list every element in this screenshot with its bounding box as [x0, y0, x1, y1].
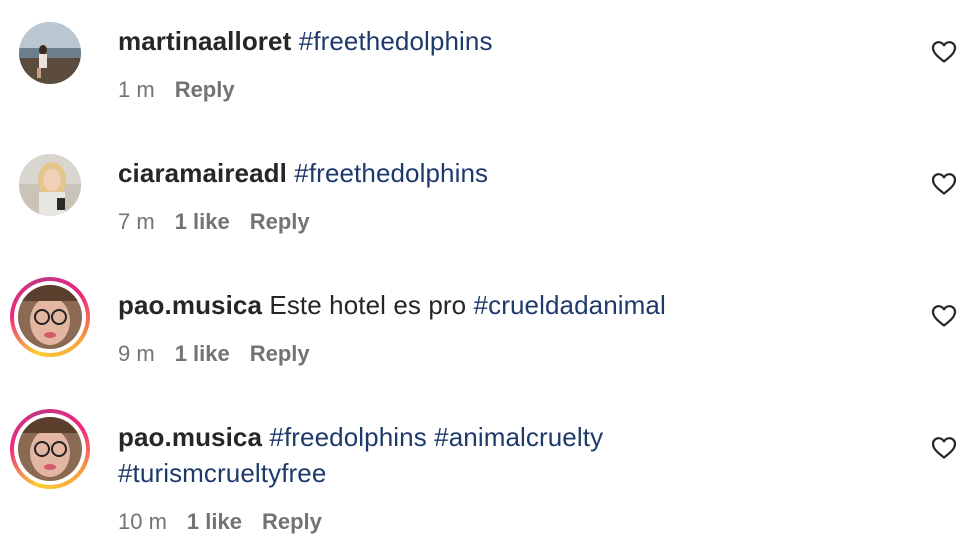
comment-meta: 7 m 1 like Reply: [118, 208, 330, 236]
comment-username[interactable]: martinaalloret: [118, 26, 291, 56]
hashtag-link[interactable]: #crueldadanimal: [474, 290, 666, 320]
heart-icon[interactable]: [931, 172, 957, 196]
comment-body: Este hotel es pro: [269, 290, 467, 320]
comment-timestamp[interactable]: 10 m: [118, 509, 167, 534]
reply-button[interactable]: Reply: [175, 77, 235, 102]
comment-text: pao.musica #freedolphins #animalcruelty …: [118, 419, 918, 491]
comment-meta: 9 m 1 like Reply: [118, 340, 330, 368]
hashtag-link[interactable]: #freedolphins: [269, 422, 426, 452]
heart-icon[interactable]: [931, 40, 957, 64]
comment-meta: 1 m Reply: [118, 76, 255, 104]
reply-button[interactable]: Reply: [250, 341, 310, 366]
likes-count[interactable]: 1 like: [175, 341, 230, 366]
likes-count[interactable]: 1 like: [175, 209, 230, 234]
reply-button[interactable]: Reply: [262, 509, 322, 534]
avatar[interactable]: [19, 22, 81, 84]
heart-icon[interactable]: [931, 436, 957, 460]
avatar[interactable]: [10, 277, 90, 357]
hashtag-link[interactable]: #turismcrueltyfree: [118, 458, 326, 488]
hashtag-link[interactable]: #freethedolphins: [294, 158, 488, 188]
avatar-photo: [18, 417, 82, 481]
comment-username[interactable]: ciaramaireadl: [118, 158, 287, 188]
comment-text: pao.musica Este hotel es pro #crueldadan…: [118, 287, 918, 323]
reply-button[interactable]: Reply: [250, 209, 310, 234]
avatar[interactable]: [10, 409, 90, 489]
comment-timestamp[interactable]: 7 m: [118, 209, 155, 234]
comment-username[interactable]: pao.musica: [118, 422, 262, 452]
avatar-photo: [18, 285, 82, 349]
comment-text: martinaalloret #freethedolphins: [118, 23, 918, 59]
comment-meta: 10 m 1 like Reply: [118, 508, 342, 536]
comment-timestamp[interactable]: 1 m: [118, 77, 155, 102]
comment-timestamp[interactable]: 9 m: [118, 341, 155, 366]
comment-text: ciaramaireadl #freethedolphins: [118, 155, 918, 191]
hashtag-link[interactable]: #freethedolphins: [299, 26, 493, 56]
comment-username[interactable]: pao.musica: [118, 290, 262, 320]
heart-icon[interactable]: [931, 304, 957, 328]
hashtag-link[interactable]: #animalcruelty: [434, 422, 603, 452]
avatar[interactable]: [19, 154, 81, 216]
likes-count[interactable]: 1 like: [187, 509, 242, 534]
